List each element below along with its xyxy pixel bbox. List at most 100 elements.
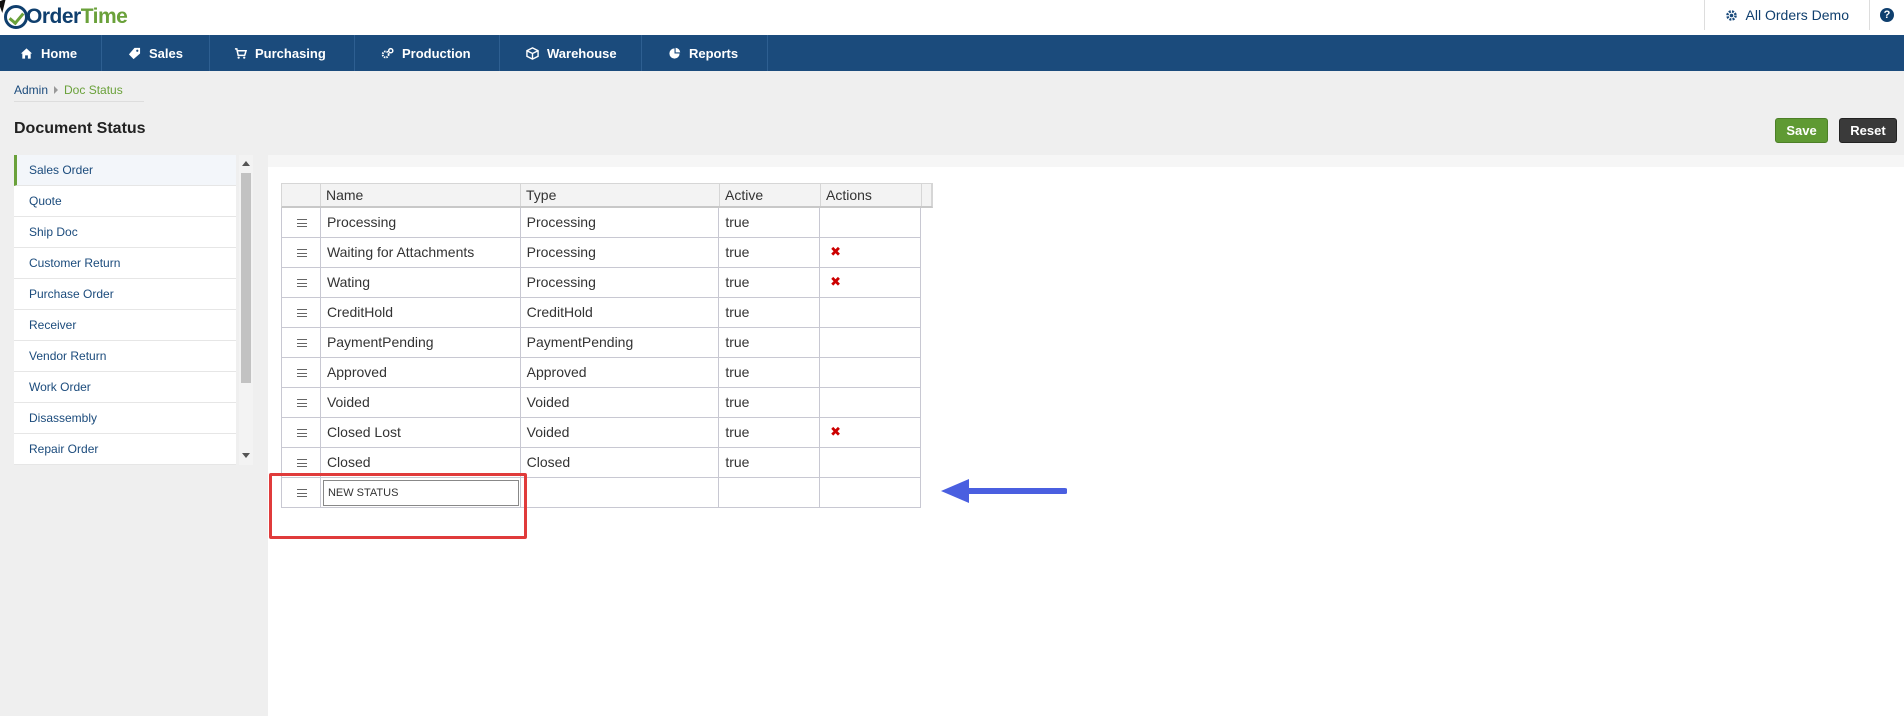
table-row[interactable]: CreditHold CreditHold true: [281, 298, 921, 328]
cell-name[interactable]: Processing: [321, 208, 521, 237]
cell-active[interactable]: true: [719, 358, 821, 387]
cell-type[interactable]: Closed: [521, 448, 720, 477]
header-active[interactable]: Active: [720, 184, 821, 206]
sidebar-item-customer-return[interactable]: Customer Return: [14, 248, 236, 279]
sidebar-item-repair-order[interactable]: Repair Order: [14, 434, 236, 465]
cell-active[interactable]: [719, 478, 821, 507]
table-row[interactable]: Waiting for Attachments Processing true ✖: [281, 238, 921, 268]
reset-button[interactable]: Reset: [1839, 118, 1897, 143]
cell-name[interactable]: Voided: [321, 388, 521, 417]
home-icon: [20, 47, 33, 59]
row-handle[interactable]: [282, 208, 321, 237]
cell-actions: ✖: [820, 268, 920, 297]
cell-active[interactable]: true: [719, 268, 821, 297]
drag-handle-icon[interactable]: [297, 339, 307, 347]
delete-x-icon[interactable]: ✖: [830, 238, 841, 266]
nav-home[interactable]: Home: [0, 35, 102, 71]
nav-reports[interactable]: Reports: [642, 35, 768, 71]
cell-name[interactable]: Approved: [321, 358, 521, 387]
doc-type-list: Sales Order Quote Ship Doc Customer Retu…: [14, 155, 236, 465]
row-handle[interactable]: [282, 238, 321, 267]
row-handle[interactable]: [282, 328, 321, 357]
ordertime-logo[interactable]: Order Time: [4, 4, 128, 30]
nav-sales[interactable]: Sales: [102, 35, 210, 71]
sidebar-item-quote[interactable]: Quote: [14, 186, 236, 217]
cell-active[interactable]: true: [719, 328, 821, 357]
cell-name[interactable]: CreditHold: [321, 298, 521, 327]
cell-type[interactable]: CreditHold: [521, 298, 720, 327]
row-handle[interactable]: [282, 418, 321, 447]
cell-type[interactable]: Processing: [521, 208, 720, 237]
table-row[interactable]: Wating Processing true ✖: [281, 268, 921, 298]
scroll-thumb[interactable]: [241, 173, 251, 383]
cell-type[interactable]: Approved: [521, 358, 720, 387]
row-handle[interactable]: [282, 358, 321, 387]
table-row[interactable]: PaymentPending PaymentPending true: [281, 328, 921, 358]
sidebar-item-work-order[interactable]: Work Order: [14, 372, 236, 403]
scroll-down-arrow-icon[interactable]: [242, 453, 250, 458]
cell-type[interactable]: PaymentPending: [521, 328, 720, 357]
cell-actions: ✖: [820, 238, 920, 267]
drag-handle-icon[interactable]: [297, 459, 307, 467]
drag-handle-icon[interactable]: [297, 429, 307, 437]
breadcrumb-admin[interactable]: Admin: [14, 83, 48, 97]
cell-actions: [820, 298, 920, 327]
sidebar-item-ship-doc[interactable]: Ship Doc: [14, 217, 236, 248]
drag-handle-icon[interactable]: [297, 399, 307, 407]
cell-active[interactable]: true: [719, 238, 821, 267]
logo-text-order: Order: [26, 5, 81, 28]
drag-handle-icon[interactable]: [297, 279, 307, 287]
drag-handle-icon[interactable]: [297, 309, 307, 317]
table-row[interactable]: Closed Lost Voided true ✖: [281, 418, 921, 448]
sidebar-scrollbar[interactable]: [239, 155, 253, 465]
cell-actions: ✖: [820, 418, 920, 447]
drag-handle-icon[interactable]: [297, 369, 307, 377]
header-name[interactable]: Name: [321, 184, 521, 206]
drag-handle-icon[interactable]: [297, 249, 307, 257]
cell-name[interactable]: PaymentPending: [321, 328, 521, 357]
cell-type[interactable]: Voided: [521, 388, 720, 417]
sidebar-item-disassembly[interactable]: Disassembly: [14, 403, 236, 434]
header-type[interactable]: Type: [521, 184, 720, 206]
cell-type[interactable]: Processing: [521, 268, 720, 297]
cell-name[interactable]: Waiting for Attachments: [321, 238, 521, 267]
nav-warehouse[interactable]: Warehouse: [500, 35, 642, 71]
delete-x-icon[interactable]: ✖: [830, 418, 841, 446]
table-row[interactable]: Approved Approved true: [281, 358, 921, 388]
help-button[interactable]: ?: [1870, 0, 1904, 30]
sidebar-item-receiver[interactable]: Receiver: [14, 310, 236, 341]
cell-active[interactable]: true: [719, 418, 821, 447]
company-menu-button[interactable]: All Orders Demo: [1705, 0, 1869, 30]
row-handle[interactable]: [282, 388, 321, 417]
cell-active[interactable]: true: [719, 208, 821, 237]
header-actions: Actions: [821, 184, 922, 206]
cell-active[interactable]: true: [719, 388, 821, 417]
scroll-up-arrow-icon[interactable]: [242, 161, 250, 166]
nav-label: Warehouse: [547, 45, 617, 61]
cell-name[interactable]: Closed Lost: [321, 418, 521, 447]
cell-active[interactable]: true: [719, 298, 821, 327]
nav-label: Production: [402, 45, 471, 61]
sidebar-item-purchase-order[interactable]: Purchase Order: [14, 279, 236, 310]
delete-x-icon[interactable]: ✖: [830, 268, 841, 296]
cell-active[interactable]: true: [719, 448, 821, 477]
cell-type[interactable]: Voided: [521, 418, 720, 447]
save-button[interactable]: Save: [1775, 118, 1828, 143]
sidebar-item-sales-order[interactable]: Sales Order: [14, 155, 236, 186]
sidebar-item-vendor-return[interactable]: Vendor Return: [14, 341, 236, 372]
table-row[interactable]: Processing Processing true: [281, 208, 921, 238]
page-title: Document Status: [14, 120, 146, 137]
nav-production[interactable]: Production: [355, 35, 500, 71]
chevron-right-icon: [54, 86, 59, 94]
grid-header: Name Type Active Actions: [281, 183, 933, 208]
row-handle[interactable]: [282, 268, 321, 297]
nav-purchasing[interactable]: Purchasing: [210, 35, 355, 71]
top-right-menu: All Orders Demo ?: [1703, 0, 1904, 30]
cell-type[interactable]: Processing: [521, 238, 720, 267]
cell-name[interactable]: Wating: [321, 268, 521, 297]
drag-handle-icon[interactable]: [297, 219, 307, 227]
table-row[interactable]: Voided Voided true: [281, 388, 921, 418]
cell-type[interactable]: [521, 478, 720, 507]
nav-label: Home: [41, 45, 78, 61]
row-handle[interactable]: [282, 298, 321, 327]
